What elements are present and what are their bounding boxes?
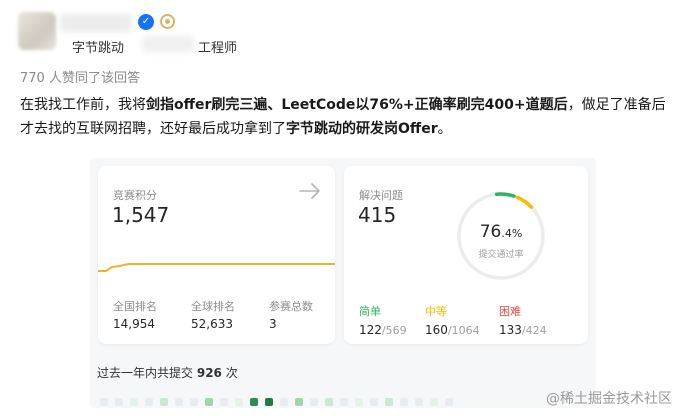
heatmap-cell — [340, 398, 348, 406]
heatmap-cell — [115, 398, 123, 406]
heatmap-cell — [250, 398, 258, 406]
submission-heatmap — [100, 398, 580, 408]
solved-problems-label: 解决问题 — [359, 189, 403, 202]
heatmap-cell — [130, 398, 138, 406]
hard-count: 133/424 — [499, 323, 547, 337]
submissions-prefix: 过去一年内共提交 — [97, 366, 194, 380]
contests-attended-value: 3 — [269, 317, 277, 331]
author-organization: 字节跳动 — [72, 41, 125, 56]
acceptance-rate-caption: 提交通过率 — [478, 250, 524, 260]
intro-text-1: 在我找工作前，我将 — [20, 97, 146, 113]
contest-rating-label: 竞赛积分 — [113, 189, 157, 202]
easy-total: /569 — [381, 324, 407, 337]
acceptance-rate-value: 76.4% — [453, 222, 549, 242]
heatmap-cell — [160, 398, 168, 406]
acceptance-rate-decimal: .4% — [501, 227, 523, 240]
heatmap-cell — [220, 398, 228, 406]
hard-total: /424 — [521, 324, 547, 337]
national-rank-label: 全国排名 — [113, 300, 157, 313]
heatmap-cell — [385, 398, 393, 406]
contest-rating-value: 1,547 — [112, 203, 170, 227]
heatmap-cell — [415, 398, 423, 406]
heatmap-cell — [175, 398, 183, 406]
heatmap-cell — [325, 398, 333, 406]
heatmap-cell — [400, 398, 408, 406]
heatmap-cell — [310, 398, 318, 406]
juejin-watermark: @稀土掘金技术社区 — [546, 391, 672, 407]
national-rank-value: 14,954 — [113, 317, 155, 331]
rating-trend-line — [98, 263, 335, 272]
heatmap-cell — [145, 398, 153, 406]
avatar[interactable] — [18, 12, 56, 50]
medium-count: 160/1064 — [425, 323, 480, 337]
acceptance-rate-integer: 76 — [479, 222, 502, 242]
heatmap-cell — [295, 398, 303, 406]
author-detail-redacted — [142, 36, 194, 52]
submissions-count: 926 — [196, 366, 222, 380]
medium-label: 中等 — [425, 305, 447, 318]
easy-count: 122/569 — [359, 323, 407, 337]
author-role: 工程师 — [198, 41, 238, 56]
like-count-text: 770 人赞同了该回答 — [20, 71, 140, 86]
hard-solved: 133 — [499, 323, 522, 337]
intro-text-3: 。 — [437, 121, 452, 137]
hard-label: 困难 — [499, 305, 521, 318]
answer-author-header: ✓ 字节跳动 工程师 — [14, 10, 434, 58]
easy-solved: 122 — [359, 323, 382, 337]
heatmap-cell — [190, 398, 198, 406]
author-name-redacted[interactable] — [60, 14, 132, 32]
heatmap-cell — [370, 398, 378, 406]
contest-rating-card[interactable]: 竞赛积分 1,547 全国排名 14,954 全球排名 52,633 参赛总数 … — [98, 166, 335, 344]
heatmap-cell — [235, 398, 243, 406]
heatmap-cell — [205, 398, 213, 406]
solved-problems-value: 415 — [358, 203, 397, 227]
heatmap-cell — [280, 398, 288, 406]
medium-solved: 160 — [425, 323, 448, 337]
global-rank-value: 52,633 — [191, 317, 233, 331]
global-rank-label: 全球排名 — [191, 300, 235, 313]
heatmap-cell — [445, 398, 453, 406]
intro-bold-1: 剑指offer刷完三遍、LeetCode以76%+正确率刷完400+道题后 — [146, 97, 568, 113]
medal-badge-icon — [160, 14, 175, 29]
intro-bold-2: 字节跳动的研发岗Offer — [286, 121, 438, 137]
contests-attended-label: 参赛总数 — [269, 300, 313, 313]
easy-label: 简单 — [359, 305, 381, 318]
heatmap-cell — [430, 398, 438, 406]
verified-check-icon: ✓ — [138, 14, 154, 30]
submissions-suffix: 次 — [225, 366, 238, 380]
heatmap-cell — [355, 398, 363, 406]
heatmap-cell — [100, 398, 108, 406]
arrow-right-icon[interactable] — [299, 182, 321, 200]
answer-intro-paragraph: 在我找工作前，我将剑指offer刷完三遍、LeetCode以76%+正确率刷完4… — [20, 93, 668, 141]
heatmap-cell — [265, 398, 273, 406]
yearly-submissions-text: 过去一年内共提交 926 次 — [97, 364, 238, 381]
medium-total: /1064 — [447, 324, 480, 337]
solved-problems-card[interactable]: 解决问题 415 76.4% 提交通过率 简单 122/569 中等 160/1… — [344, 166, 588, 344]
leetcode-profile-screenshot: 竞赛积分 1,547 全国排名 14,954 全球排名 52,633 参赛总数 … — [90, 158, 596, 408]
